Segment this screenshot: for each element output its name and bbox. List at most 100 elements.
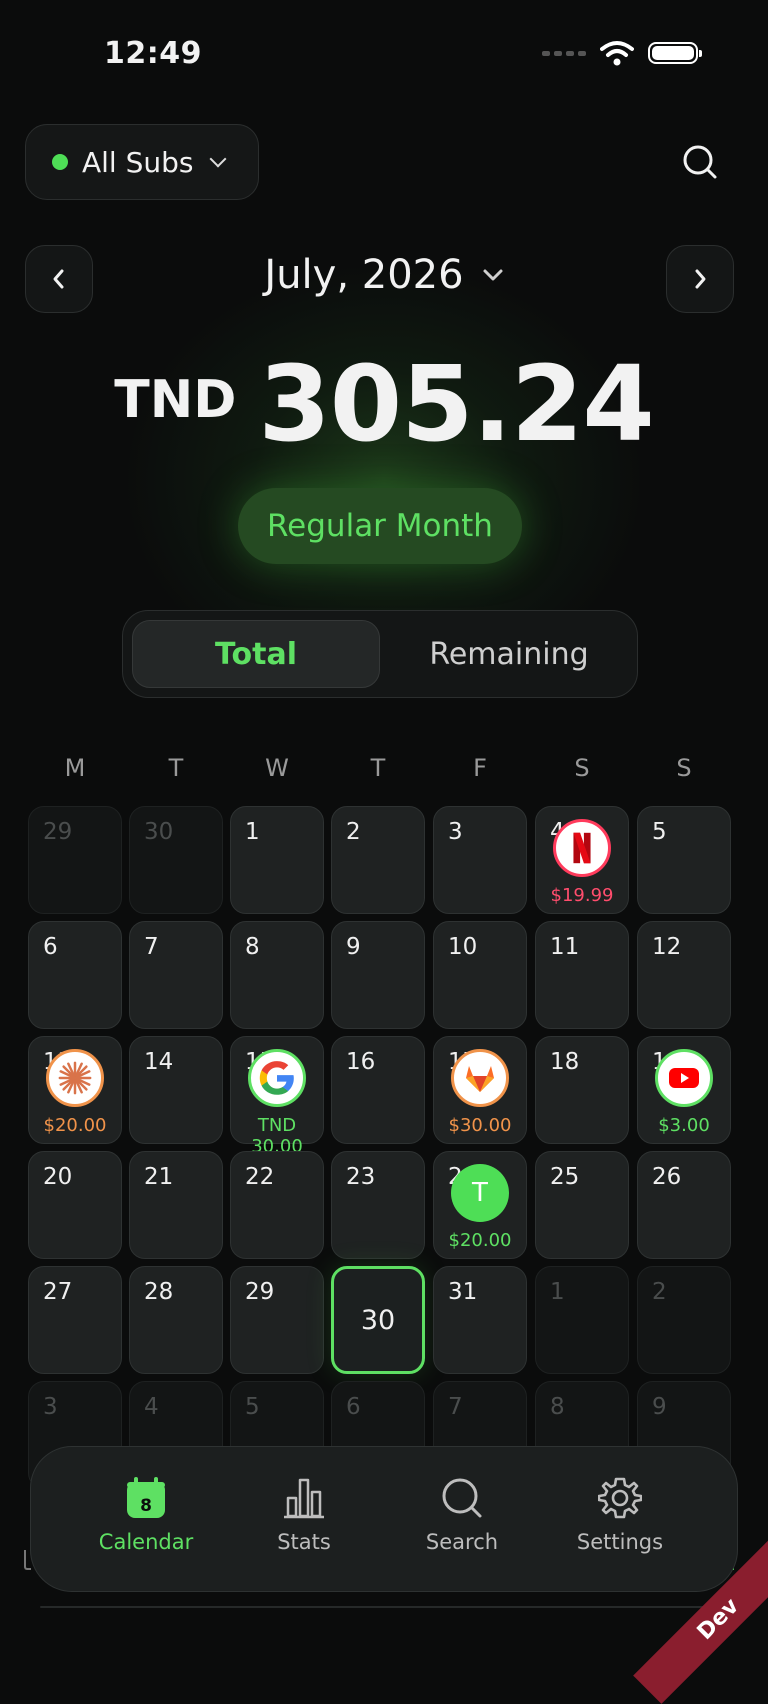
total-amount: 305.24 <box>258 343 654 465</box>
calendar-day[interactable]: 12 <box>637 921 731 1029</box>
subscription-filter-dropdown[interactable]: All Subs <box>25 124 259 200</box>
day-number: 6 <box>43 934 58 960</box>
tab-label: Settings <box>576 1530 664 1554</box>
calendar-day[interactable]: 3 <box>433 806 527 914</box>
filter-label: All Subs <box>82 145 194 179</box>
month-label: July, 2026 <box>264 252 464 298</box>
weekday-label: S <box>676 754 692 782</box>
weekday-label: M <box>64 754 86 782</box>
calendar-day[interactable]: 19$3.00 <box>637 1036 731 1144</box>
search-icon <box>442 1478 482 1518</box>
gear-icon <box>598 1477 642 1519</box>
calendar-day[interactable]: 30 <box>129 806 223 914</box>
day-number: 28 <box>144 1279 174 1305</box>
calendar-day[interactable]: 6 <box>28 921 122 1029</box>
calendar-day[interactable]: 11 <box>535 921 629 1029</box>
weekday-label: S <box>574 754 590 782</box>
calendar-day[interactable]: 28 <box>129 1266 223 1374</box>
calendar-day[interactable]: 7 <box>129 921 223 1029</box>
calendar-day[interactable]: 25 <box>535 1151 629 1259</box>
tab-label: Search <box>425 1530 499 1554</box>
month-type-badge: Regular Month <box>238 488 522 564</box>
monthly-total: TND 305.24 <box>0 352 768 456</box>
status-time: 12:49 <box>104 36 202 71</box>
calendar-day[interactable]: 1 <box>535 1266 629 1374</box>
chevron-down-icon <box>209 150 226 168</box>
calendar-day[interactable]: 31 <box>433 1266 527 1374</box>
day-number: 30 <box>360 1305 396 1336</box>
day-number: 4 <box>144 1394 159 1420</box>
search-icon[interactable] <box>682 144 718 180</box>
calendar-day[interactable]: 24T$20.00 <box>433 1151 527 1259</box>
day-number: 11 <box>550 934 580 960</box>
calendar-day[interactable]: 17$30.00 <box>433 1036 527 1144</box>
tab-total[interactable]: Total <box>132 620 380 688</box>
day-number: 5 <box>652 819 667 845</box>
home-indicator-area <box>40 1606 730 1608</box>
chevron-down-icon <box>483 269 503 281</box>
calendar-day[interactable]: 22 <box>230 1151 324 1259</box>
day-number: 27 <box>43 1279 73 1305</box>
day-number: 10 <box>448 934 478 960</box>
tab-search[interactable]: Search <box>387 1476 537 1554</box>
wifi-icon <box>600 41 634 66</box>
bar-chart-icon <box>284 1478 324 1519</box>
calendar-day[interactable]: 5 <box>637 806 731 914</box>
calendar-day[interactable]: 21 <box>129 1151 223 1259</box>
day-number: 1 <box>550 1279 565 1305</box>
tab-stats[interactable]: Stats <box>229 1476 379 1554</box>
subscription-price: $19.99 <box>550 885 614 906</box>
day-number: 1 <box>245 819 260 845</box>
day-number: 29 <box>245 1279 275 1305</box>
claude-logo-icon <box>46 1049 104 1107</box>
calendar-day[interactable]: 2 <box>331 806 425 914</box>
calendar-day[interactable]: 15TND 30.00 <box>230 1036 324 1157</box>
weekday-label: W <box>265 754 289 782</box>
calendar-day[interactable]: 23 <box>331 1151 425 1259</box>
day-number: 30 <box>144 819 174 845</box>
signal-icon <box>542 50 586 56</box>
calendar-day[interactable]: 29 <box>230 1266 324 1374</box>
calendar-day[interactable]: 2 <box>637 1266 731 1374</box>
subscription-price: $20.00 <box>448 1230 512 1251</box>
day-number: 9 <box>346 934 361 960</box>
tab-settings[interactable]: Settings <box>545 1476 695 1554</box>
day-number: 7 <box>448 1394 463 1420</box>
subscription-price: $20.00 <box>43 1115 107 1136</box>
calendar-day[interactable]: 1 <box>230 806 324 914</box>
tab-remaining[interactable]: Remaining <box>388 620 630 688</box>
day-number: 3 <box>448 819 463 845</box>
day-number: 8 <box>245 934 260 960</box>
gitlab-logo-icon <box>451 1049 509 1107</box>
day-number: 12 <box>652 934 682 960</box>
calendar-day-today[interactable]: 30 <box>331 1266 425 1374</box>
calendar-day[interactable]: 26 <box>637 1151 731 1259</box>
calendar-day[interactable]: 9 <box>331 921 425 1029</box>
tab-label: Stats <box>277 1530 331 1554</box>
weekday-label: T <box>370 754 386 782</box>
calendar-day[interactable]: 4$19.99 <box>535 806 629 914</box>
calendar-day[interactable]: 29 <box>28 806 122 914</box>
month-selector[interactable]: July, 2026 <box>0 252 768 298</box>
day-number: 2 <box>652 1279 667 1305</box>
calendar-day[interactable]: 14 <box>129 1036 223 1144</box>
subscription-price: $30.00 <box>448 1115 512 1136</box>
tab-calendar[interactable]: 8 Calendar <box>71 1476 221 1554</box>
day-number: 2 <box>346 819 361 845</box>
day-number: 16 <box>346 1049 376 1075</box>
active-dot-icon <box>52 154 68 170</box>
day-number: 20 <box>43 1164 73 1190</box>
day-number: 7 <box>144 934 159 960</box>
calendar-day[interactable]: 20 <box>28 1151 122 1259</box>
calendar-day[interactable]: 18 <box>535 1036 629 1144</box>
status-icons <box>542 40 702 66</box>
calendar-day[interactable]: 13$20.00 <box>28 1036 122 1144</box>
google-logo-icon <box>248 1049 306 1107</box>
calendar-day[interactable]: 10 <box>433 921 527 1029</box>
calendar-day[interactable]: 16 <box>331 1036 425 1144</box>
day-number: 3 <box>43 1394 58 1420</box>
day-number: 25 <box>550 1164 580 1190</box>
day-number: 22 <box>245 1164 275 1190</box>
calendar-day[interactable]: 27 <box>28 1266 122 1374</box>
calendar-day[interactable]: 8 <box>230 921 324 1029</box>
